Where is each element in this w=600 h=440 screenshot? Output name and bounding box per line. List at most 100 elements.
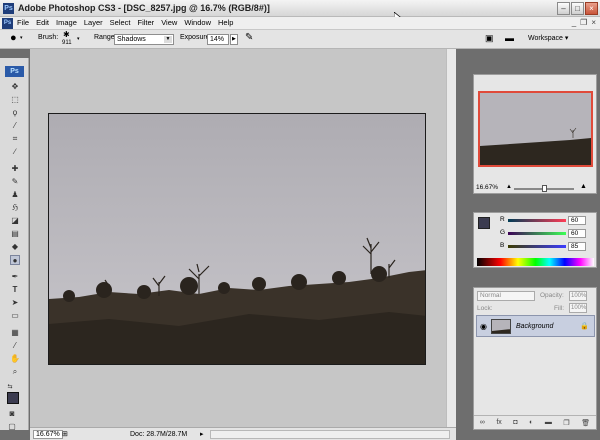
palette-well-icon[interactable]: ▣ xyxy=(485,33,494,44)
adjustment-layer-icon[interactable]: ◐ xyxy=(529,419,533,426)
fill-field[interactable]: 100% xyxy=(569,303,587,313)
path-selection-tool-icon[interactable]: ➤ xyxy=(10,298,20,308)
document-icon[interactable]: Ps xyxy=(2,18,13,29)
crop-tool-icon[interactable]: ⌗ xyxy=(10,134,20,144)
navigator-thumbnail[interactable] xyxy=(478,91,593,167)
clone-stamp-tool-icon[interactable]: ♟ xyxy=(10,190,20,200)
layer-mask-icon[interactable]: ◘ xyxy=(513,419,517,426)
hand-tool-icon[interactable]: ✋ xyxy=(10,354,20,364)
airbrush-icon[interactable]: ✎ xyxy=(245,32,253,43)
menu-filter[interactable]: Filter xyxy=(138,18,155,27)
menu-window[interactable]: Window xyxy=(184,18,211,27)
range-select[interactable]: Shadows ▼ xyxy=(114,34,174,45)
pen-tool-icon[interactable]: ✒ xyxy=(10,272,20,282)
new-layer-icon[interactable]: ❐ xyxy=(563,419,569,427)
menu-edit[interactable]: Edit xyxy=(36,18,49,27)
lock-label: Lock: xyxy=(477,305,493,312)
minimize-button[interactable]: – xyxy=(557,2,570,15)
layers-panel: Normal Opacity: 100% Lock: Fill: 100% ◉ … xyxy=(473,287,597,430)
zoom-tool-icon[interactable]: ⌕ xyxy=(10,367,20,377)
foreground-color-swatch[interactable] xyxy=(7,392,19,404)
quick-mask-icon[interactable]: ◙ xyxy=(7,409,17,419)
menu-layer[interactable]: Layer xyxy=(84,18,103,27)
brush-size: 911 xyxy=(62,40,72,46)
vertical-scrollbar[interactable] xyxy=(446,49,456,427)
magic-wand-tool-icon[interactable]: ⁄ xyxy=(10,121,20,131)
lock-icon: 🔒 xyxy=(580,323,589,330)
healing-brush-tool-icon[interactable]: ✚ xyxy=(10,164,20,174)
menu-help[interactable]: Help xyxy=(218,18,233,27)
navigator-zoom[interactable]: 16.67% xyxy=(476,184,498,191)
red-label: R xyxy=(500,216,505,223)
screen-mode-icon[interactable]: ▢ xyxy=(7,422,17,432)
link-layers-icon[interactable]: ∞ xyxy=(480,419,485,426)
blue-value-field[interactable]: 85 xyxy=(568,242,586,251)
blend-mode-select[interactable]: Normal xyxy=(477,291,535,301)
zoom-out-icon[interactable]: ▲ xyxy=(506,184,512,190)
close-button[interactable]: × xyxy=(585,2,598,15)
blur-tool-icon[interactable]: ◆ xyxy=(10,242,20,252)
new-group-icon[interactable]: ▬ xyxy=(545,419,552,426)
brush-tool-icon[interactable]: ✎ xyxy=(10,177,20,187)
green-value-field[interactable]: 60 xyxy=(568,229,586,238)
document-size: Doc: 28.7M/28.7M xyxy=(130,431,188,438)
horizontal-scrollbar[interactable] xyxy=(210,430,450,439)
fill-label: Fill: xyxy=(554,305,565,312)
eye-icon[interactable]: ◉ xyxy=(480,322,487,331)
shape-tool-icon[interactable]: ▭ xyxy=(10,311,20,321)
exposure-field[interactable]: 14% xyxy=(207,34,229,45)
slice-tool-icon[interactable]: ∕ xyxy=(10,147,20,157)
burn-tool-icon[interactable]: ● xyxy=(10,255,20,265)
opacity-label: Opacity: xyxy=(540,292,564,299)
exposure-value: 14% xyxy=(210,36,225,43)
eyedropper-tool-icon[interactable]: ⁄ xyxy=(10,341,20,351)
opacity-field[interactable]: 100% xyxy=(569,291,587,301)
brush-label: Brush: xyxy=(38,34,59,41)
blue-slider[interactable] xyxy=(508,245,566,248)
doc-close-button[interactable]: × xyxy=(591,18,596,27)
green-slider[interactable] xyxy=(508,232,566,235)
red-value-field[interactable]: 60 xyxy=(568,216,586,225)
document-image[interactable] xyxy=(48,113,426,365)
brush-picker-arrow-icon[interactable]: ▾ xyxy=(77,36,80,42)
tool-preset-arrow-icon[interactable]: ▾ xyxy=(20,35,23,41)
chevron-down-icon: ▼ xyxy=(164,36,172,43)
red-slider[interactable] xyxy=(508,219,566,222)
move-tool-icon[interactable]: ✥ xyxy=(10,82,20,92)
layer-style-icon[interactable]: fx xyxy=(496,419,501,426)
bridge-icon[interactable]: ▬ xyxy=(505,33,514,43)
history-brush-tool-icon[interactable]: ℌ xyxy=(10,203,20,213)
menu-view[interactable]: View xyxy=(161,18,177,27)
swap-colors-icon[interactable]: ⇆ xyxy=(5,382,15,392)
range-value: Shadows xyxy=(117,36,146,43)
exposure-slider-arrow-icon[interactable]: ▶ xyxy=(230,34,238,45)
eraser-tool-icon[interactable]: ◪ xyxy=(10,216,20,226)
brush-preview-icon[interactable]: ✱ xyxy=(63,30,70,39)
burn-tool-icon[interactable]: ● xyxy=(10,32,17,44)
menu-image[interactable]: Image xyxy=(56,18,77,27)
gradient-tool-icon[interactable]: ▤ xyxy=(10,229,20,239)
maximize-button[interactable]: □ xyxy=(571,2,584,15)
status-menu-arrow-icon[interactable]: ▸ xyxy=(200,430,204,438)
trash-icon[interactable]: 🗑 xyxy=(581,419,590,427)
menu-file[interactable]: File xyxy=(17,18,29,27)
color-spectrum-bar[interactable] xyxy=(477,258,594,266)
navigator-slider-knob[interactable] xyxy=(542,185,547,192)
menu-select[interactable]: Select xyxy=(110,18,131,27)
document-window-controls: _ ❐ × xyxy=(572,18,596,27)
foreground-color-swatch-panel[interactable] xyxy=(478,217,490,229)
marquee-tool-icon[interactable]: ⬚ xyxy=(10,95,20,105)
type-tool-icon[interactable]: T xyxy=(10,285,20,295)
doc-minimize-button[interactable]: _ xyxy=(572,18,576,27)
zoom-level-field[interactable]: 16.67% xyxy=(33,430,63,439)
doc-restore-button[interactable]: ❐ xyxy=(580,18,587,27)
layer-row-background[interactable]: ◉ Background 🔒 xyxy=(476,315,595,337)
lasso-tool-icon[interactable]: ϙ xyxy=(10,108,20,118)
workspace-menu[interactable]: Workspace ▾ xyxy=(528,34,568,42)
status-bar: 16.67% ⊞ Doc: 28.7M/28.7M ▸ xyxy=(30,427,456,440)
color-panel: R 60 G 60 B 85 xyxy=(473,212,597,268)
navigator-preview-image xyxy=(480,93,591,165)
zoom-in-icon[interactable]: ▲ xyxy=(580,183,587,190)
notes-tool-icon[interactable]: ▦ xyxy=(10,328,20,338)
status-options-icon[interactable]: ⊞ xyxy=(62,430,68,438)
